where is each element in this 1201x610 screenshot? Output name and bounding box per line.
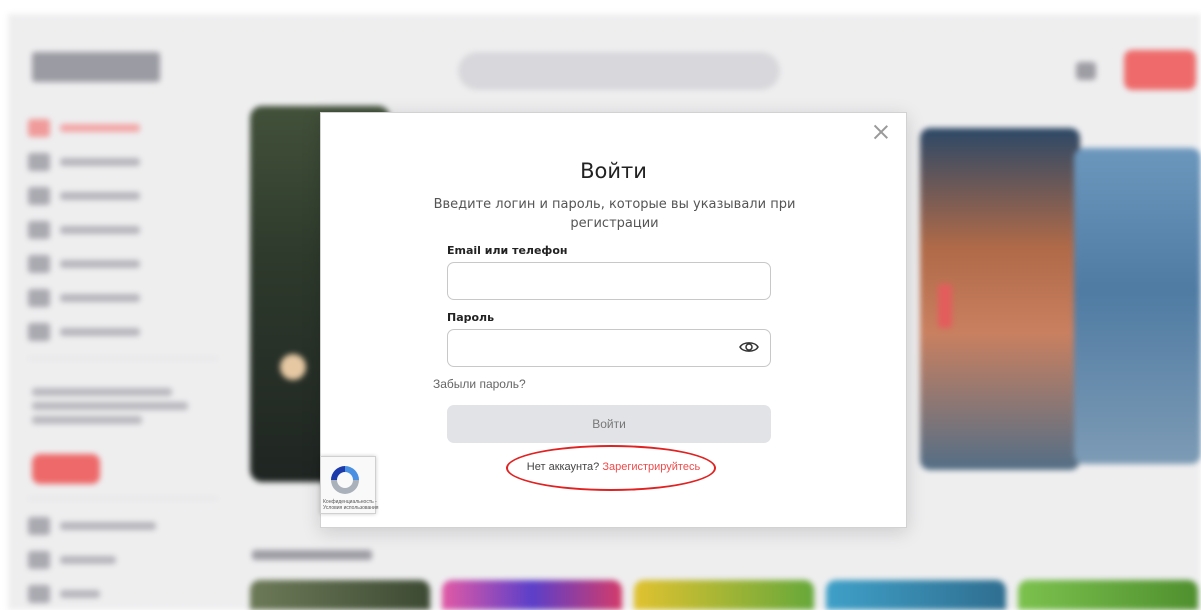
recaptcha-icon: [331, 466, 359, 494]
site-logo: [32, 52, 160, 82]
sidebar-item: [28, 218, 188, 242]
hero-avatar: [280, 354, 306, 380]
nav-icon: [28, 551, 50, 569]
sidebar-item: [28, 252, 188, 276]
sidebar-item: [28, 582, 188, 606]
password-field[interactable]: [447, 329, 771, 367]
forgot-password-link[interactable]: Забыли пароль?: [433, 377, 526, 391]
nav-icon: [28, 221, 50, 239]
email-field[interactable]: [447, 262, 771, 300]
video-thumbnail: [826, 580, 1006, 610]
login-modal: Войти Введите логин и пароль, которые вы…: [320, 112, 907, 528]
login-submit-button[interactable]: Войти: [447, 405, 771, 443]
search-bar: [458, 52, 780, 90]
promo-button: [32, 454, 100, 484]
notification-icon: [1076, 62, 1096, 80]
featured-card: [1074, 148, 1201, 464]
nav-icon: [28, 289, 50, 307]
close-icon[interactable]: [874, 125, 888, 139]
sidebar-item: [28, 286, 188, 310]
modal-subtitle: Введите логин и пароль, которые вы указы…: [433, 197, 796, 231]
video-thumbnail: [634, 580, 814, 610]
nav-icon: [28, 187, 50, 205]
header-login-button: [1124, 50, 1196, 90]
email-label: Email или телефон: [447, 244, 568, 257]
card-badge: [938, 284, 952, 328]
password-label: Пароль: [447, 311, 495, 324]
video-thumbnail: [250, 580, 430, 610]
sidebar-divider: [28, 498, 218, 499]
sidebar-item: [28, 150, 188, 174]
eye-icon[interactable]: [739, 339, 759, 355]
recaptcha-terms-text: Условия использования: [323, 505, 379, 511]
sidebar-item: [28, 320, 188, 344]
home-icon: [28, 119, 50, 137]
sidebar-nav: [28, 116, 188, 354]
thumbnail-row: [250, 580, 1198, 610]
sidebar-promo: [32, 388, 192, 430]
modal-title: Войти: [580, 159, 647, 183]
annotation-ellipse: [506, 445, 716, 491]
nav-icon: [28, 517, 50, 535]
nav-icon: [28, 323, 50, 341]
sidebar-item: [28, 514, 188, 538]
nav-icon: [28, 585, 50, 603]
sidebar-divider: [28, 358, 218, 359]
sidebar-item: [28, 184, 188, 208]
sidebar-item: [28, 548, 188, 572]
video-thumbnail: [1018, 580, 1198, 610]
section-title: [252, 550, 372, 560]
sidebar-nav-secondary: [28, 514, 188, 610]
recaptcha-badge[interactable]: Конфиденциальность - Условия использован…: [320, 456, 379, 514]
nav-icon: [28, 255, 50, 273]
sidebar-item: [28, 116, 188, 140]
video-thumbnail: [442, 580, 622, 610]
nav-icon: [28, 153, 50, 171]
